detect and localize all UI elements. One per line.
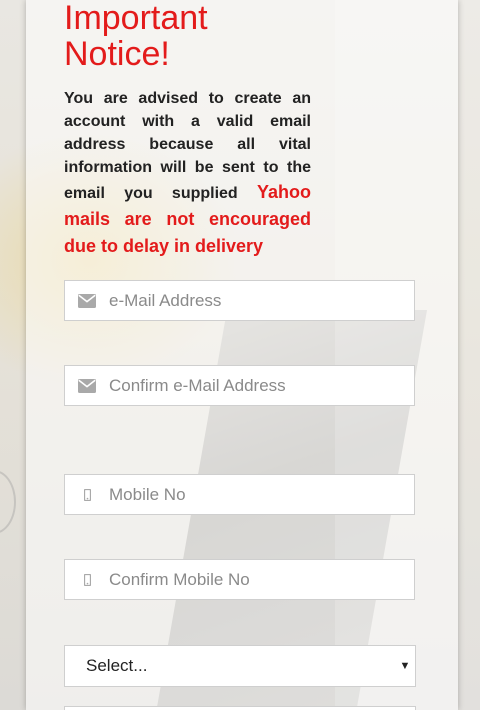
mobile-phone-icon — [65, 488, 109, 501]
notice-title-line2: Notice! — [64, 35, 170, 73]
notice-title: Important Notice! — [64, 0, 364, 72]
email-field[interactable] — [64, 280, 415, 321]
chevron-down-icon: ▼ — [399, 660, 411, 672]
select-value: Select... — [86, 656, 148, 675]
mobile-phone-icon — [65, 573, 109, 586]
background-left-curve — [0, 470, 16, 534]
confirm-email-input[interactable] — [109, 375, 399, 396]
notice-text: You are advised to create an account wit… — [64, 87, 311, 260]
envelope-icon — [65, 378, 109, 393]
confirm-mobile-input[interactable] — [109, 569, 399, 590]
confirm-email-field[interactable] — [64, 365, 415, 406]
mobile-input[interactable] — [109, 484, 399, 505]
confirm-mobile-field[interactable] — [64, 559, 415, 600]
notice-title-line1: Important — [64, 0, 208, 37]
mobile-field[interactable] — [64, 474, 415, 515]
email-input[interactable] — [109, 290, 399, 311]
envelope-icon — [65, 293, 109, 308]
next-field-edge[interactable] — [64, 706, 416, 710]
select-dropdown[interactable]: Select... ▼ — [64, 645, 416, 687]
